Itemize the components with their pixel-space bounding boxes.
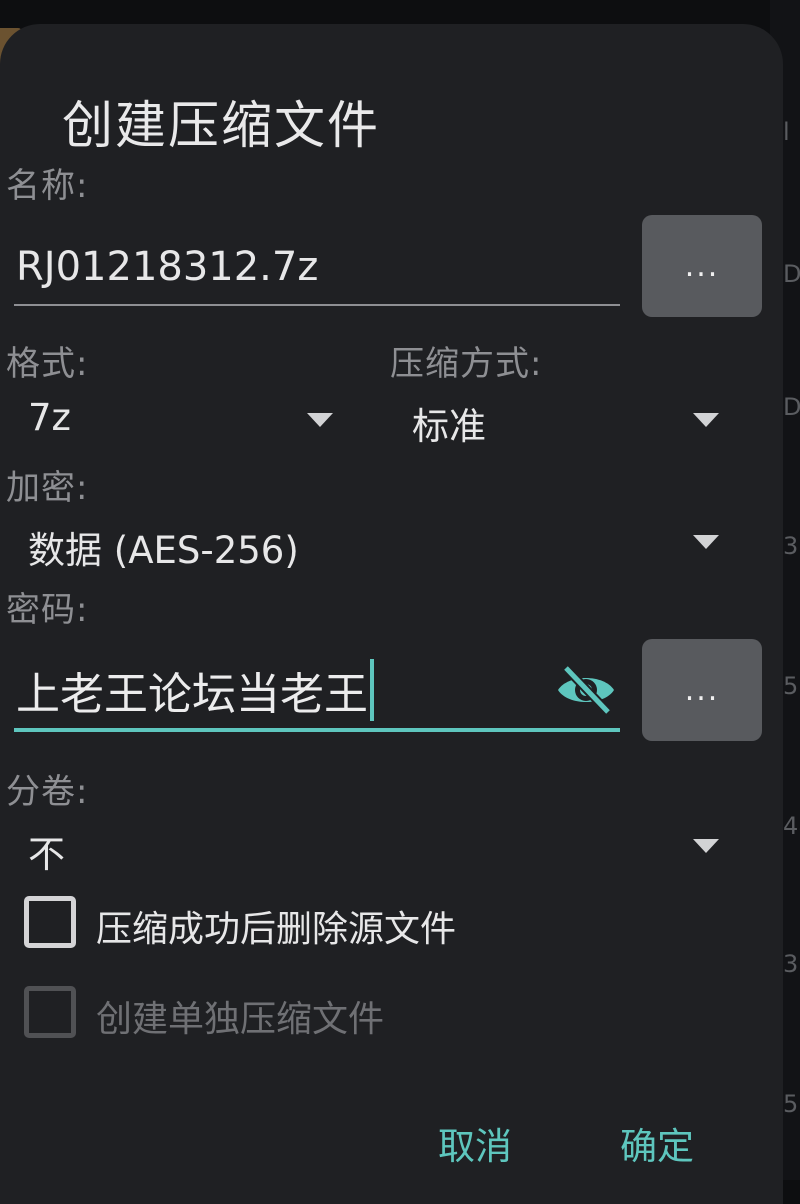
- format-label: 格式:: [6, 344, 89, 384]
- background-text: 48: [783, 812, 800, 840]
- background-text: D: [783, 260, 800, 288]
- triangle-down-icon[interactable]: [307, 413, 333, 427]
- eye-off-icon[interactable]: [554, 664, 618, 716]
- background-text: 37: [783, 532, 800, 560]
- name-input[interactable]: RJ01218312.7z: [16, 244, 318, 290]
- separate-archives-label: 创建单独压缩文件: [96, 999, 385, 1040]
- background-text: 55: [783, 672, 800, 700]
- triangle-down-icon[interactable]: [693, 413, 719, 427]
- triangle-down-icon[interactable]: [693, 839, 719, 853]
- encryption-select[interactable]: 数据 (AES-256): [28, 520, 299, 574]
- name-input-underline: [14, 304, 620, 306]
- background-text: D: [783, 393, 800, 421]
- password-input[interactable]: 上老王论坛当老王: [16, 658, 374, 722]
- background-text: 52: [783, 1090, 800, 1118]
- text-cursor: [370, 659, 374, 721]
- format-select[interactable]: 7z: [28, 396, 71, 439]
- background-text: l: [783, 118, 790, 146]
- background-text: 31: [783, 950, 800, 978]
- name-label: 名称:: [6, 166, 89, 206]
- dialog-title: 创建压缩文件: [62, 97, 381, 156]
- compression-method-select[interactable]: 标准: [412, 396, 486, 450]
- volume-select[interactable]: 不: [28, 824, 65, 878]
- browse-button-label: ...: [684, 248, 720, 284]
- ok-button[interactable]: 确定: [620, 1116, 694, 1170]
- delete-source-checkbox[interactable]: [24, 896, 76, 948]
- delete-source-label[interactable]: 压缩成功后删除源文件: [96, 900, 456, 952]
- browse-button-label: ...: [684, 672, 720, 708]
- password-text: 上老王论坛当老王: [16, 669, 368, 720]
- name-browse-button[interactable]: ...: [642, 215, 762, 317]
- cancel-button[interactable]: 取消: [438, 1116, 512, 1170]
- encryption-label: 加密:: [6, 468, 89, 508]
- password-input-underline: [14, 728, 620, 732]
- password-browse-button[interactable]: ...: [642, 639, 762, 741]
- compression-method-label: 压缩方式:: [390, 344, 543, 384]
- create-archive-dialog: 创建压缩文件 名称: RJ01218312.7z ... 格式: 7z 压缩方式…: [0, 24, 783, 1204]
- password-label: 密码:: [6, 590, 89, 630]
- triangle-down-icon[interactable]: [693, 535, 719, 549]
- separate-archives-checkbox: [24, 986, 76, 1038]
- volume-label: 分卷:: [6, 772, 89, 812]
